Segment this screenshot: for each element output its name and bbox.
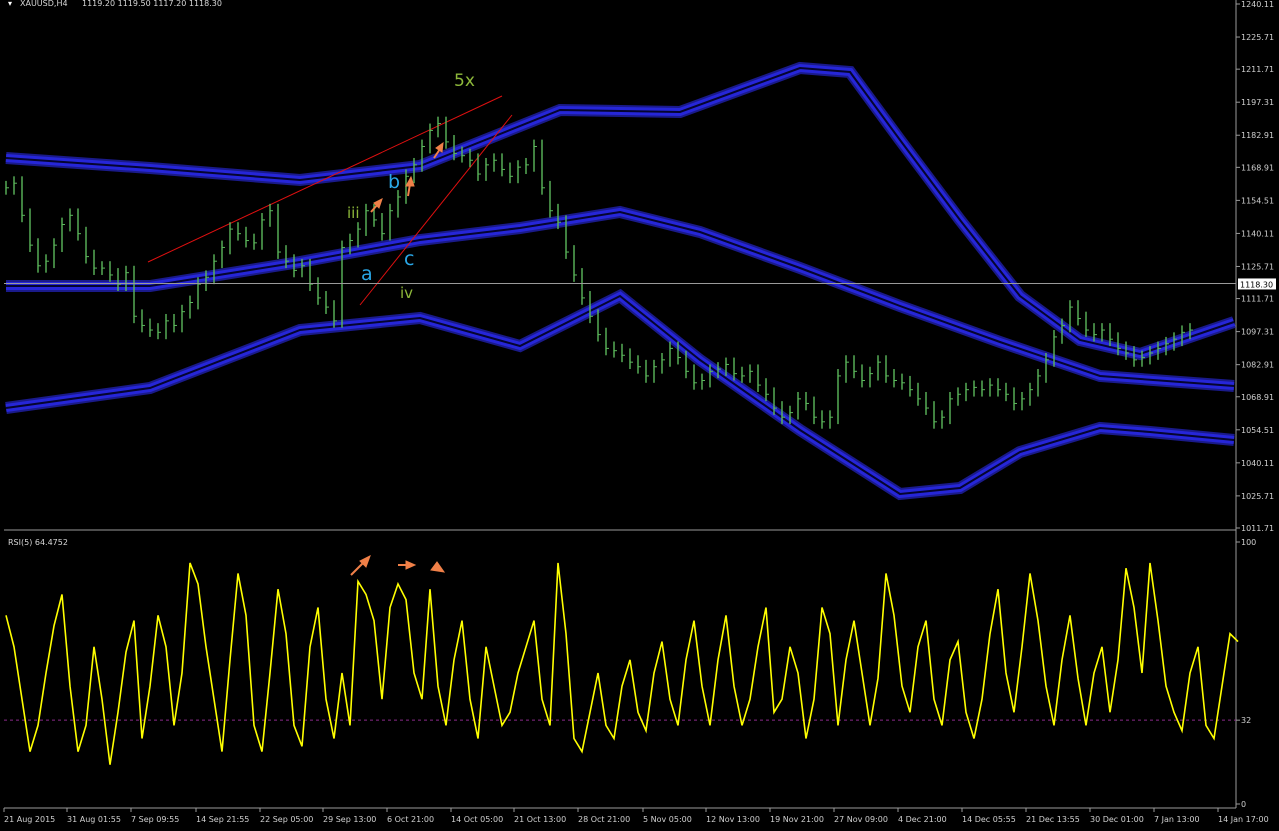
time-tick-label: 27 Nov 09:00 xyxy=(834,815,888,824)
price-tick-label: 1225.71 xyxy=(1241,33,1274,42)
time-tick-label: 14 Dec 05:55 xyxy=(962,815,1016,824)
time-tick-label: 7 Sep 09:55 xyxy=(131,815,179,824)
price-tick-label: 1054.51 xyxy=(1241,426,1274,435)
time-tick-label: 5 Nov 05:00 xyxy=(643,815,692,824)
rsi-tick-label: 32 xyxy=(1241,716,1251,725)
time-tick-label: 31 Aug 01:55 xyxy=(67,815,121,824)
time-tick-label: 14 Jan 17:00 xyxy=(1218,815,1269,824)
time-tick-label: 28 Oct 21:00 xyxy=(578,815,630,824)
price-tick-label: 1125.71 xyxy=(1241,262,1274,271)
chart-canvas[interactable]: ▾ XAUUSD,H4 1119.20 1119.50 1117.20 1118… xyxy=(0,0,1279,827)
price-tick-label: 1082.91 xyxy=(1241,361,1274,370)
time-tick-label: 22 Sep 05:00 xyxy=(260,815,313,824)
price-tick-label: 1211.71 xyxy=(1241,65,1274,74)
time-tick-label: 21 Aug 2015 xyxy=(4,815,55,824)
time-tick-label: 21 Dec 13:55 xyxy=(1026,815,1080,824)
collapse-icon[interactable]: ▾ xyxy=(8,0,12,8)
price-tick-label: 1111.71 xyxy=(1241,295,1274,304)
time-tick-label: 4 Dec 21:00 xyxy=(898,815,947,824)
price-tick-label: 1140.11 xyxy=(1241,229,1274,238)
symbol-label: XAUUSD,H4 xyxy=(20,0,68,8)
time-tick-label: 21 Oct 13:00 xyxy=(514,815,566,824)
price-tick-label: 1240.11 xyxy=(1241,0,1274,9)
time-tick-label: 29 Sep 13:00 xyxy=(323,815,376,824)
wave-label-c: c xyxy=(404,248,414,270)
wave-label-iv: iv xyxy=(400,284,413,302)
wave-label-iii: iii xyxy=(347,204,360,222)
price-tick-label: 1197.31 xyxy=(1241,98,1274,107)
time-tick-label: 14 Oct 05:00 xyxy=(451,815,503,824)
time-tick-label: 19 Nov 21:00 xyxy=(770,815,824,824)
time-tick-label: 14 Sep 21:55 xyxy=(196,815,249,824)
rsi-tick-label: 0 xyxy=(1241,800,1246,809)
time-tick-label: 30 Dec 01:00 xyxy=(1090,815,1144,824)
rsi-label: RSI(5) 64.4752 xyxy=(8,538,68,547)
wave-label-b: b xyxy=(388,171,400,193)
time-tick-label: 12 Nov 13:00 xyxy=(706,815,760,824)
chart-window: ▾ XAUUSD,H4 1119.20 1119.50 1117.20 1118… xyxy=(0,0,1279,827)
price-tick-label: 1040.11 xyxy=(1241,459,1274,468)
wave-label-5x: 5x xyxy=(454,71,475,91)
time-tick-label: 6 Oct 21:00 xyxy=(387,815,434,824)
price-tick-label: 1068.91 xyxy=(1241,393,1274,402)
rsi-tick-label: 100 xyxy=(1241,538,1256,547)
price-tick-label: 1154.51 xyxy=(1241,196,1274,205)
ohlc-label: 1119.20 1119.50 1117.20 1118.30 xyxy=(82,0,222,8)
price-tick-label: 1025.71 xyxy=(1241,492,1274,501)
time-tick-label: 7 Jan 13:00 xyxy=(1154,815,1200,824)
price-tick-label: 1011.71 xyxy=(1241,524,1274,533)
price-tick-label: 1182.91 xyxy=(1241,131,1274,140)
current-price-label: 1118.30 xyxy=(1240,280,1273,289)
price-tick-label: 1168.91 xyxy=(1241,163,1274,172)
wave-label-a: a xyxy=(361,263,373,285)
price-tick-label: 1097.31 xyxy=(1241,328,1274,337)
